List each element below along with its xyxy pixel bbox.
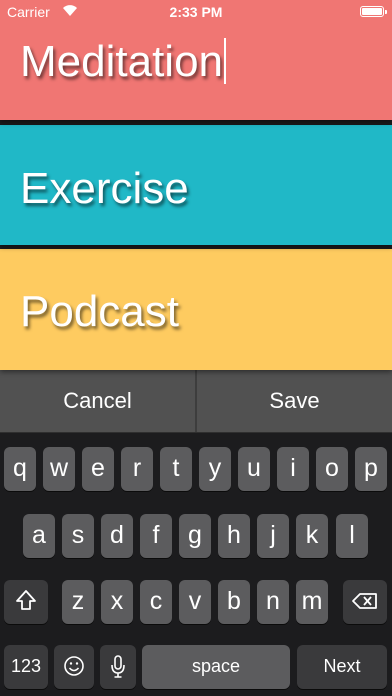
key-y[interactable]: y xyxy=(199,447,231,491)
shift-icon xyxy=(4,580,48,622)
text-cursor xyxy=(224,38,227,84)
next-key[interactable]: Next xyxy=(297,645,387,689)
numbers-key[interactable]: 123 xyxy=(4,645,48,689)
key-r[interactable]: r xyxy=(121,447,153,491)
key-z[interactable]: z xyxy=(62,580,94,624)
key-t[interactable]: t xyxy=(160,447,192,491)
key-n[interactable]: n xyxy=(257,580,289,624)
key-u[interactable]: u xyxy=(238,447,270,491)
category-card[interactable]: Exercise xyxy=(0,125,392,245)
backspace-key[interactable] xyxy=(343,580,387,624)
key-l[interactable]: l xyxy=(336,514,368,558)
emoji-key[interactable] xyxy=(54,645,94,689)
key-q[interactable]: q xyxy=(4,447,36,491)
key-k[interactable]: k xyxy=(296,514,328,558)
key-j[interactable]: j xyxy=(257,514,289,558)
key-w[interactable]: w xyxy=(43,447,75,491)
emoji-icon xyxy=(54,645,94,687)
space-key[interactable]: space xyxy=(142,645,290,689)
shift-key[interactable] xyxy=(4,580,48,624)
key-m[interactable]: m xyxy=(296,580,328,624)
key-p[interactable]: p xyxy=(355,447,387,491)
microphone-icon xyxy=(100,645,136,687)
clock: 2:33 PM xyxy=(169,4,223,20)
backspace-icon xyxy=(343,580,387,622)
keyboard: q w e r t y u i o p a s d f g h j k l z … xyxy=(0,433,392,696)
save-button[interactable]: Save xyxy=(197,370,392,432)
category-card[interactable]: Podcast xyxy=(0,249,392,370)
key-x[interactable]: x xyxy=(101,580,133,624)
key-o[interactable]: o xyxy=(316,447,348,491)
key-i[interactable]: i xyxy=(277,447,309,491)
key-a[interactable]: a xyxy=(23,514,55,558)
key-d[interactable]: d xyxy=(101,514,133,558)
key-e[interactable]: e xyxy=(82,447,114,491)
cancel-button[interactable]: Cancel xyxy=(0,370,195,432)
battery-icon xyxy=(360,6,387,17)
dictation-key[interactable] xyxy=(100,645,136,689)
category-label: Exercise xyxy=(20,164,189,213)
key-f[interactable]: f xyxy=(140,514,172,558)
category-label: Podcast xyxy=(20,287,179,336)
key-h[interactable]: h xyxy=(218,514,250,558)
status-bar: Carrier 2:33 PM xyxy=(0,0,392,24)
edit-action-bar: Cancel Save xyxy=(0,370,392,433)
category-name-input[interactable]: Meditation xyxy=(20,37,227,87)
key-g[interactable]: g xyxy=(179,514,211,558)
key-b[interactable]: b xyxy=(218,580,250,624)
key-c[interactable]: c xyxy=(140,580,172,624)
key-s[interactable]: s xyxy=(62,514,94,558)
key-v[interactable]: v xyxy=(179,580,211,624)
